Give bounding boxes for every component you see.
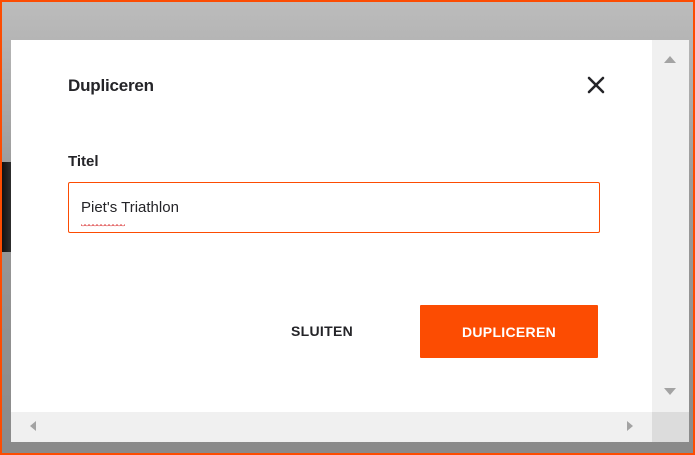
spellcheck-underline (81, 224, 125, 228)
title-field-label: Titel (68, 153, 99, 170)
chevron-right-icon[interactable] (627, 421, 633, 431)
chevron-left-icon[interactable] (30, 421, 36, 431)
close-icon (587, 76, 605, 94)
close-dialog-button[interactable]: SLUITEN (269, 305, 375, 357)
dialog-title: Dupliceren (68, 76, 154, 95)
vertical-scrollbar[interactable] (652, 40, 689, 412)
dialog-viewport: Dupliceren Titel SLUITEN DUPLICEREN (11, 40, 689, 442)
duplicate-button[interactable]: DUPLICEREN (420, 305, 598, 358)
close-button[interactable] (582, 71, 610, 99)
scrollbar-corner (652, 412, 689, 442)
chevron-down-icon[interactable] (664, 388, 676, 395)
horizontal-scrollbar[interactable] (11, 412, 652, 442)
chevron-up-icon[interactable] (664, 56, 676, 63)
duplicate-dialog: Dupliceren Titel SLUITEN DUPLICEREN (11, 40, 652, 412)
modal-frame: Dupliceren Titel SLUITEN DUPLICEREN (0, 0, 695, 455)
title-input[interactable] (68, 182, 600, 233)
